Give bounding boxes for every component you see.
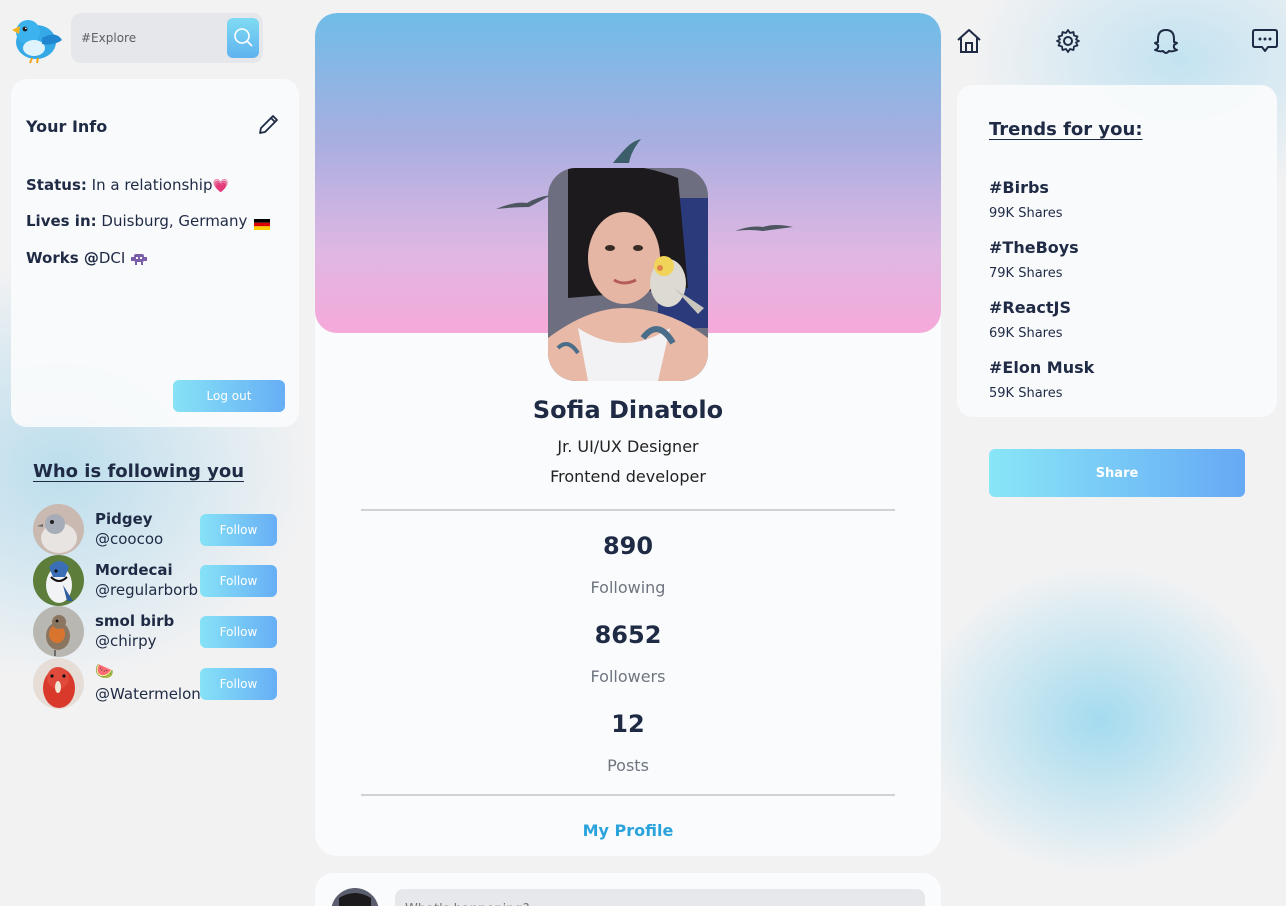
trend-shares: 59K Shares — [989, 386, 1063, 401]
snapchat-ghost-icon[interactable] — [1151, 26, 1181, 56]
follower-handle: @regularborb — [95, 581, 199, 599]
divider — [361, 509, 895, 511]
follower-row: Mordecai @regularborb Follow — [33, 555, 283, 606]
location-line: Lives in: Duisburg, Germany — [26, 212, 271, 230]
follower-row: 🍉 @Watermelon Follow — [33, 658, 283, 709]
status-line: Status: In a relationship💗 — [26, 176, 229, 194]
trends-title: Trends for you: — [989, 119, 1143, 140]
avatar[interactable] — [33, 504, 84, 555]
heart-emoji: 💗 — [212, 179, 229, 194]
germany-flag-icon — [254, 216, 271, 230]
lives-label: Lives in: — [26, 212, 97, 230]
follow-button[interactable]: Follow — [200, 514, 277, 546]
trend-tag[interactable]: #Elon Musk — [989, 358, 1094, 377]
follow-button[interactable]: Follow — [200, 616, 277, 648]
trend-shares: 69K Shares — [989, 326, 1063, 341]
trend-tag[interactable]: #ReactJS — [989, 298, 1071, 317]
follower-name: Pidgey — [95, 510, 153, 528]
posts-count: 12 — [611, 710, 645, 738]
avatar[interactable] — [33, 555, 84, 606]
posts-label: Posts — [607, 756, 649, 775]
trend-shares: 99K Shares — [989, 206, 1063, 221]
profile-name: Sofia Dinatolo — [532, 396, 724, 424]
follower-handle: @chirpy — [95, 632, 157, 650]
info-title: Your Info — [26, 117, 108, 136]
followers-title: Who is following you — [33, 461, 245, 482]
profile-card: Sofia Dinatolo Jr. UI/UX Designer Fronte… — [315, 13, 941, 856]
follower-handle: @coocoo — [95, 530, 164, 548]
trend-tag[interactable]: #TheBoys — [989, 238, 1079, 257]
divider — [361, 794, 895, 796]
follow-button[interactable]: Follow — [200, 565, 277, 597]
trend-tag[interactable]: #Birbs — [989, 178, 1049, 197]
avatar[interactable] — [33, 658, 84, 709]
following-label: Following — [590, 578, 666, 597]
follow-button[interactable]: Follow — [200, 668, 277, 700]
profile-photo[interactable] — [548, 168, 708, 381]
followers-count: 8652 — [594, 621, 662, 649]
works-label: Works @ — [26, 249, 99, 267]
trend-shares: 79K Shares — [989, 266, 1063, 281]
profile-subtitle: Frontend developer — [550, 467, 706, 486]
follower-row: smol birb @chirpy Follow — [33, 606, 283, 657]
follower-name: smol birb — [95, 612, 175, 630]
status-value: In a relationship — [91, 176, 213, 194]
home-icon[interactable] — [954, 26, 984, 56]
work-line: Works @DCI — [26, 249, 148, 267]
info-card: Your Info Status: In a relationship💗 Liv… — [11, 79, 299, 427]
follower-name: 🍉 — [95, 662, 114, 680]
alien-monster-icon — [130, 252, 148, 266]
followers-label: Followers — [590, 667, 666, 686]
share-button[interactable]: Share — [989, 449, 1245, 497]
following-count: 890 — [602, 532, 654, 560]
works-value: DCI — [98, 249, 126, 267]
follower-name: Mordecai — [95, 561, 173, 579]
gear-icon[interactable] — [1053, 26, 1083, 56]
post-composer — [315, 873, 941, 906]
follower-handle: @Watermelon — [95, 685, 201, 703]
profile-title: Jr. UI/UX Designer — [557, 437, 699, 456]
search-icon — [233, 27, 253, 50]
search-bar — [71, 13, 263, 63]
follower-row: Pidgey @coocoo Follow — [33, 504, 283, 555]
search-button[interactable] — [227, 18, 259, 58]
message-icon[interactable] — [1250, 26, 1280, 56]
bird-logo[interactable] — [10, 12, 64, 64]
search-input[interactable] — [81, 28, 221, 48]
post-input[interactable] — [395, 889, 925, 906]
trends-card: Trends for you: #Birbs 99K Shares #TheBo… — [957, 85, 1277, 417]
status-label: Status: — [26, 176, 87, 194]
pencil-icon[interactable] — [257, 112, 281, 136]
avatar[interactable] — [33, 606, 84, 657]
avatar — [331, 888, 379, 906]
logout-button[interactable]: Log out — [173, 380, 285, 412]
lives-value: Duisburg, Germany — [101, 212, 248, 230]
my-profile-link[interactable]: My Profile — [315, 821, 941, 840]
